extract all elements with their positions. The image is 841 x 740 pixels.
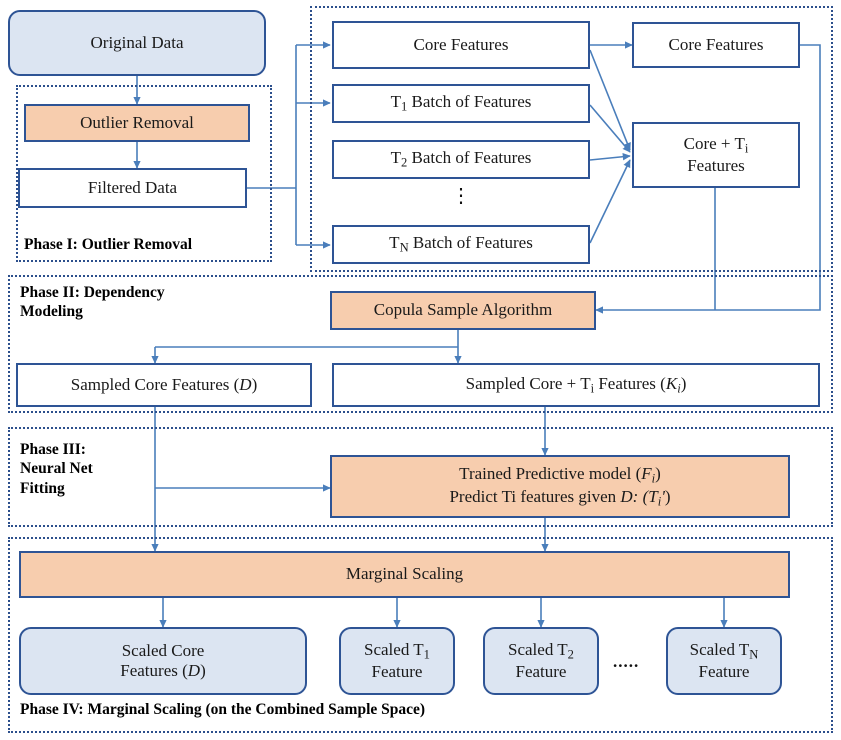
node-outlier-removal-label: Outlier Removal (80, 112, 194, 132)
node-t1-batch[interactable]: T1 Batch of Features (332, 84, 590, 123)
horizontal-ellipsis-scaled: ..... (613, 652, 640, 671)
node-t1-batch-label: T1 Batch of Features (390, 92, 532, 114)
node-core-features-input[interactable]: Core Features (332, 21, 590, 69)
node-core-plus-ti-features-label: Core + Ti Features (683, 133, 749, 176)
node-scaled-tn-feature-label: Scaled TN Feature (689, 639, 759, 682)
node-t2-batch[interactable]: T2 Batch of Features (332, 140, 590, 179)
node-copula-sample-algorithm-label: Copula Sample Algorithm (373, 300, 553, 320)
node-filtered-data-label: Filtered Data (87, 177, 178, 197)
node-tn-batch-label: TN Batch of Features (389, 233, 533, 255)
phase-4-label: Phase IV: Marginal Scaling (on the Combi… (20, 701, 426, 718)
node-outlier-removal[interactable]: Outlier Removal (24, 104, 250, 142)
node-core-features-input-label: Core Features (413, 34, 509, 54)
node-original-data-label: Original Data (90, 32, 184, 52)
node-scaled-tn-feature[interactable]: Scaled TN Feature (666, 627, 782, 695)
flowchart-canvas: Phase I: Outlier Removal Phase II: Depen… (0, 0, 841, 740)
node-core-features-output-label: Core Features (668, 34, 764, 54)
node-t2-batch-label: T2 Batch of Features (390, 148, 532, 170)
node-scaled-t2-feature[interactable]: Scaled T2 Feature (483, 627, 599, 695)
node-core-plus-ti-features[interactable]: Core + Ti Features (632, 122, 800, 188)
node-filtered-data[interactable]: Filtered Data (18, 168, 247, 208)
node-copula-sample-algorithm[interactable]: Copula Sample Algorithm (330, 291, 596, 330)
node-trained-predictive-model[interactable]: Trained Predictive model (Fi) Predict Ti… (330, 455, 790, 518)
node-scaled-t2-feature-label: Scaled T2 Feature (508, 639, 574, 682)
node-sampled-core-features[interactable]: Sampled Core Features (D) (16, 363, 312, 407)
phase-2-label: Phase II: Dependency Modeling (20, 284, 165, 321)
node-sampled-core-features-label: Sampled Core Features (D) (70, 374, 258, 394)
node-trained-predictive-model-label: Trained Predictive model (Fi) Predict Ti… (449, 463, 671, 509)
node-scaled-t1-feature-label: Scaled T1 Feature (364, 639, 430, 682)
phase-3-label: Phase III: Neural Net Fitting (20, 441, 93, 497)
node-sampled-core-plus-ti-features[interactable]: Sampled Core + Ti Features (Ki) (332, 363, 820, 407)
node-core-features-output[interactable]: Core Features (632, 22, 800, 68)
node-tn-batch[interactable]: TN Batch of Features (332, 225, 590, 264)
node-marginal-scaling[interactable]: Marginal Scaling (19, 551, 790, 598)
vertical-ellipsis-batches: ⋮ (451, 185, 471, 207)
node-marginal-scaling-label: Marginal Scaling (345, 564, 464, 584)
node-scaled-t1-feature[interactable]: Scaled T1 Feature (339, 627, 455, 695)
node-scaled-core-features-label: Scaled Core Features (D) (120, 640, 206, 680)
phase-1-label: Phase I: Outlier Removal (24, 236, 193, 253)
node-sampled-core-plus-ti-features-label: Sampled Core + Ti Features (Ki) (465, 373, 687, 396)
node-scaled-core-features[interactable]: Scaled Core Features (D) (19, 627, 307, 695)
node-original-data[interactable]: Original Data (8, 10, 266, 76)
